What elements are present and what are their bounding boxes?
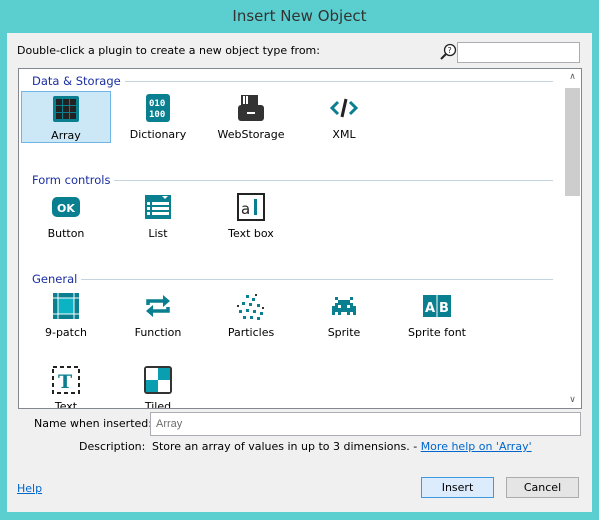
description-text: Store an array of values in up to 3 dime…	[152, 440, 532, 453]
description-value: Store an array of values in up to 3 dime…	[152, 440, 421, 453]
plugin-label: Function	[134, 326, 182, 339]
description-label: Description:	[79, 440, 146, 453]
ab-font-icon: AB	[423, 295, 451, 317]
window-title: Insert New Object	[232, 7, 367, 25]
instruction-label: Double-click a plugin to create a new ob…	[17, 44, 320, 57]
plugin-sprite[interactable]: Sprite	[299, 289, 389, 341]
plugin-array[interactable]: Array	[21, 91, 111, 143]
nine-patch-icon	[53, 293, 79, 319]
section-general: General	[32, 272, 82, 286]
plugin-label: Dictionary	[129, 128, 187, 141]
plugin-label: Sprite font	[407, 326, 466, 339]
search-input[interactable]	[457, 42, 580, 63]
plugin-function[interactable]: Function	[113, 289, 203, 341]
search-help-icon: ?	[439, 43, 457, 61]
refresh-arrows-icon	[146, 295, 170, 317]
plugin-label: Tiled Background	[144, 400, 172, 409]
grid-icon	[53, 96, 79, 122]
svg-text:100: 100	[149, 110, 165, 120]
plugin-xml[interactable]: XML	[299, 91, 389, 143]
ok-button-icon: OK	[52, 197, 80, 217]
svg-text:T: T	[58, 371, 72, 393]
cancel-button[interactable]: Cancel	[506, 477, 579, 498]
plugin-label: Button	[47, 227, 85, 240]
code-tag-icon	[329, 98, 359, 118]
plugin-list-control[interactable]: List	[113, 190, 203, 242]
section-data-storage: Data & Storage	[32, 74, 125, 88]
name-input[interactable]	[150, 412, 581, 436]
plugin-label: Text box	[228, 227, 274, 240]
more-help-link[interactable]: More help on 'Array'	[421, 440, 532, 453]
storage-card-icon	[238, 95, 264, 121]
scroll-up-icon[interactable]: ∧	[564, 72, 581, 82]
binary-icon: 010100	[146, 94, 170, 122]
plugin-list[interactable]: Data & Storage Array 010 100 Dictionary W…	[18, 68, 582, 409]
plugin-9-patch[interactable]: 9-patch	[21, 289, 111, 341]
dialog-body: Double-click a plugin to create a new ob…	[7, 33, 592, 512]
plugin-dictionary[interactable]: 010 100 Dictionary	[113, 91, 203, 143]
plugin-label: List	[148, 227, 168, 240]
plugin-webstorage[interactable]: WebStorage	[206, 91, 296, 143]
text-box-icon: a	[237, 193, 265, 221]
plugin-label: Particles	[227, 326, 275, 339]
svg-text:OK: OK	[57, 202, 75, 215]
name-label: Name when inserted:	[34, 417, 152, 430]
divider	[33, 279, 553, 280]
svg-text:a: a	[241, 200, 250, 218]
svg-text:A: A	[425, 301, 435, 316]
scroll-thumb[interactable]	[565, 88, 580, 196]
checker-icon	[144, 366, 172, 394]
plugin-particles[interactable]: Particles	[206, 289, 296, 341]
plugin-label: WebStorage	[217, 128, 285, 141]
plugin-label: Text	[54, 400, 78, 409]
section-form-controls: Form controls	[32, 173, 115, 187]
text-t-icon: T	[52, 366, 80, 394]
plugin-label: Array	[51, 129, 81, 142]
help-link[interactable]: Help	[17, 482, 42, 495]
svg-text:?: ?	[448, 46, 452, 55]
plugin-label: XML	[332, 128, 356, 141]
plugin-tiled-background[interactable]: Tiled Background	[113, 363, 203, 409]
list-icon	[145, 195, 171, 219]
svg-text:010: 010	[149, 99, 165, 109]
plugin-label: 9-patch	[44, 326, 88, 339]
plugin-button[interactable]: OK Button	[21, 190, 111, 242]
vertical-scrollbar[interactable]: ∧ ∨	[564, 69, 581, 408]
scroll-down-icon[interactable]: ∨	[564, 395, 581, 405]
plugin-label: Sprite	[327, 326, 361, 339]
particles-icon	[237, 294, 264, 320]
insert-button[interactable]: Insert	[421, 477, 494, 498]
svg-text:B: B	[439, 301, 449, 316]
plugin-sprite-font[interactable]: AB Sprite font	[392, 289, 482, 341]
plugin-text-box[interactable]: a Text box	[206, 190, 296, 242]
plugin-text[interactable]: T Text	[21, 363, 111, 409]
space-invader-icon	[332, 297, 356, 315]
